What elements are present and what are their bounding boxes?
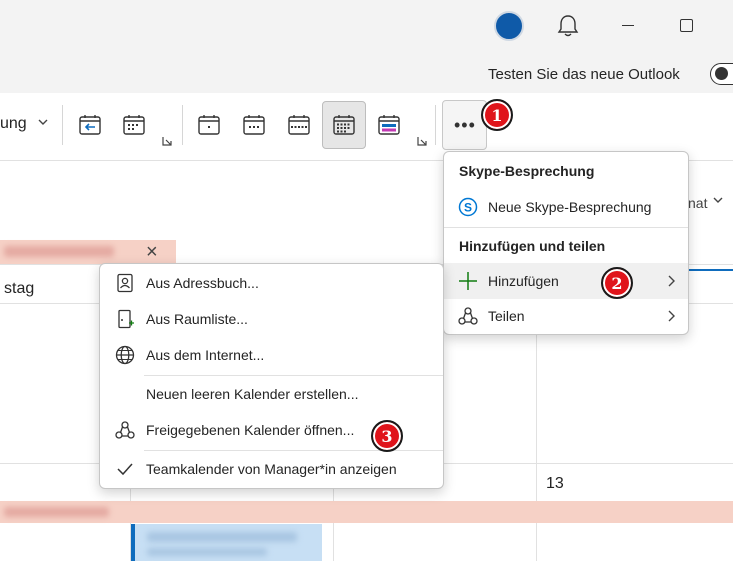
menu-item-label: Teamkalender von Manager*in anzeigen (146, 461, 397, 477)
calendar-board-icon (378, 115, 400, 135)
step-badge: 3 (371, 420, 403, 452)
globe-icon (115, 345, 135, 365)
view-format-label[interactable]: nat (688, 195, 707, 211)
calendar-board-view-button[interactable] (367, 101, 411, 149)
title-bar (0, 0, 733, 55)
chevron-down-icon[interactable] (38, 117, 48, 127)
calendar-back-icon (79, 115, 101, 135)
from-internet-item[interactable]: Aus dem Internet... (100, 338, 443, 372)
blurred-text (4, 246, 114, 257)
plus-icon (459, 272, 477, 290)
step-badge: 2 (601, 267, 633, 299)
menu-section-heading: Skype-Besprechung (459, 163, 595, 179)
menu-divider (444, 227, 688, 228)
calendar-month-icon (333, 115, 355, 135)
from-address-book-item[interactable]: Aus Adressbuch... (100, 266, 443, 300)
ribbon-separator (435, 105, 436, 145)
menu-item-label: Neuen leeren Kalender erstellen... (146, 386, 359, 402)
avatar[interactable] (494, 11, 524, 41)
preview-toggle-label: Testen Sie das neue Outlook (488, 66, 680, 83)
calendar-week5-view-button[interactable] (277, 101, 321, 149)
calendar-workweek-icon (243, 115, 265, 135)
dialog-launcher-icon[interactable] (162, 136, 172, 146)
check-icon (117, 463, 133, 476)
menu-item-label: Freigegebenen Kalender öffnen... (146, 422, 355, 438)
manager-team-calendar-item[interactable]: Teamkalender von Manager*in anzeigen (100, 452, 443, 486)
chevron-right-icon (668, 310, 675, 322)
preview-toggle-switch[interactable] (710, 63, 733, 85)
more-dots-icon: ••• (454, 115, 476, 135)
share-calendar-item[interactable]: Teilen (444, 299, 688, 333)
share-icon (458, 307, 478, 325)
blurred-text (4, 507, 109, 517)
menu-section-heading: Hinzufügen und teilen (459, 238, 606, 254)
calendar-week-view-button[interactable] (112, 101, 156, 149)
create-blank-calendar-item[interactable]: Neuen leeren Kalender erstellen... (100, 377, 443, 411)
calendar-day-icon (198, 115, 220, 135)
calendar-week5-icon (288, 115, 310, 135)
bell-icon[interactable] (557, 14, 579, 38)
more-options-menu: Skype-Besprechung S Neue Skype-Besprechu… (443, 151, 689, 335)
blurred-text (147, 532, 297, 542)
menu-divider (144, 375, 443, 376)
new-skype-meeting-item[interactable]: S Neue Skype-Besprechung (444, 190, 688, 224)
menu-divider (144, 450, 443, 451)
room-list-icon (118, 309, 134, 329)
add-calendar-item[interactable]: Hinzufügen (444, 263, 688, 299)
address-book-icon (117, 273, 133, 293)
close-icon[interactable]: × (146, 241, 158, 264)
menu-item-label: Teilen (488, 308, 525, 324)
menu-item-label: Neue Skype-Besprechung (488, 199, 652, 215)
ribbon-separator (182, 105, 183, 145)
add-calendar-submenu: Aus Adressbuch... Aus Raumliste... Aus d… (99, 263, 444, 489)
calendar-day-view-button[interactable] (187, 101, 231, 149)
calendar-back-button[interactable] (68, 101, 112, 149)
event-item[interactable] (131, 524, 322, 561)
menu-item-label: Aus Raumliste... (146, 311, 248, 327)
svg-text:S: S (464, 201, 472, 215)
ribbon-partial-label[interactable]: ung (0, 115, 27, 133)
blurred-calendar-tab[interactable]: × (0, 240, 176, 264)
calendar-workweek-view-button[interactable] (232, 101, 276, 149)
menu-item-label: Aus Adressbuch... (146, 275, 259, 291)
chevron-right-icon (668, 275, 675, 287)
weekday-label: stag (4, 280, 35, 297)
blurred-text (147, 548, 267, 556)
day-number[interactable]: 13 (546, 475, 564, 493)
ribbon-separator (62, 105, 63, 145)
menu-item-label: Hinzufügen (488, 273, 559, 289)
dialog-launcher-icon[interactable] (417, 136, 427, 146)
minimize-button[interactable] (622, 25, 634, 26)
step-badge: 1 (481, 99, 513, 131)
skype-icon: S (458, 197, 478, 217)
preview-toggle-row: Testen Sie das neue Outlook (0, 55, 733, 93)
from-room-list-item[interactable]: Aus Raumliste... (100, 302, 443, 336)
calendar-month-view-button[interactable] (322, 101, 366, 149)
calendar-week-icon (123, 115, 145, 135)
share-icon (115, 421, 135, 439)
event-band[interactable] (0, 501, 733, 523)
more-options-button[interactable]: ••• (442, 100, 487, 150)
maximize-button[interactable] (680, 19, 693, 32)
menu-item-label: Aus dem Internet... (146, 347, 265, 363)
chevron-down-icon[interactable] (713, 195, 723, 205)
